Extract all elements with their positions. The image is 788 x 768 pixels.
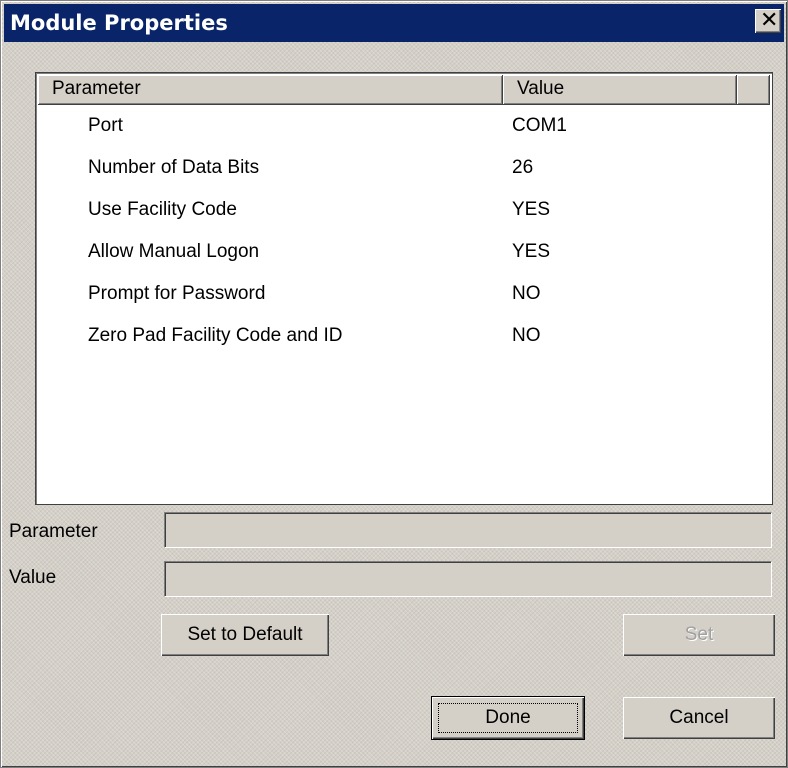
row-value: 26 bbox=[512, 157, 534, 178]
parameters-list[interactable]: Parameter Value Port COM1 Number of Data… bbox=[35, 72, 773, 505]
set-label: Set bbox=[684, 624, 714, 645]
close-icon: ✕ bbox=[760, 8, 779, 33]
row-parameter: Zero Pad Facility Code and ID bbox=[88, 325, 343, 346]
table-row[interactable]: Use Facility Code YES bbox=[38, 191, 770, 233]
cancel-label: Cancel bbox=[669, 707, 729, 728]
row-parameter: Number of Data Bits bbox=[88, 157, 260, 178]
row-parameter: Use Facility Code bbox=[88, 199, 237, 220]
parameter-label: Parameter bbox=[9, 521, 98, 542]
table-row[interactable]: Allow Manual Logon YES bbox=[38, 233, 770, 275]
row-value: YES bbox=[512, 199, 551, 220]
done-label: Done bbox=[485, 707, 531, 728]
title-bar[interactable]: Module Properties ✕ bbox=[4, 4, 784, 42]
row-value: NO bbox=[512, 283, 541, 304]
column-header-filler bbox=[737, 75, 770, 105]
close-button[interactable]: ✕ bbox=[755, 9, 781, 33]
column-header-parameter[interactable]: Parameter bbox=[38, 75, 503, 105]
row-parameter: Prompt for Password bbox=[88, 283, 266, 304]
set-to-default-label: Set to Default bbox=[187, 624, 303, 645]
module-properties-dialog: Module Properties ✕ Parameter Value Port… bbox=[0, 0, 788, 768]
table-row[interactable]: Zero Pad Facility Code and ID NO bbox=[38, 317, 770, 359]
row-parameter: Allow Manual Logon bbox=[88, 241, 260, 262]
row-value: COM1 bbox=[512, 115, 567, 136]
row-value: NO bbox=[512, 325, 541, 346]
set-button[interactable]: Set bbox=[623, 614, 775, 656]
value-label: Value bbox=[9, 567, 57, 588]
value-field[interactable] bbox=[164, 561, 772, 597]
row-parameter: Port bbox=[88, 115, 123, 136]
table-row[interactable]: Number of Data Bits 26 bbox=[38, 149, 770, 191]
list-header: Parameter Value bbox=[38, 75, 770, 105]
parameter-field[interactable] bbox=[164, 512, 772, 548]
table-row[interactable]: Prompt for Password NO bbox=[38, 275, 770, 317]
cancel-button[interactable]: Cancel bbox=[623, 697, 775, 739]
column-header-value[interactable]: Value bbox=[503, 75, 737, 105]
done-button[interactable]: Done bbox=[431, 696, 585, 740]
row-value: YES bbox=[512, 241, 551, 262]
set-to-default-button[interactable]: Set to Default bbox=[161, 614, 329, 656]
list-body: Port COM1 Number of Data Bits 26 Use Fac… bbox=[38, 107, 770, 359]
dialog-title: Module Properties bbox=[10, 11, 228, 35]
table-row[interactable]: Port COM1 bbox=[38, 107, 770, 149]
